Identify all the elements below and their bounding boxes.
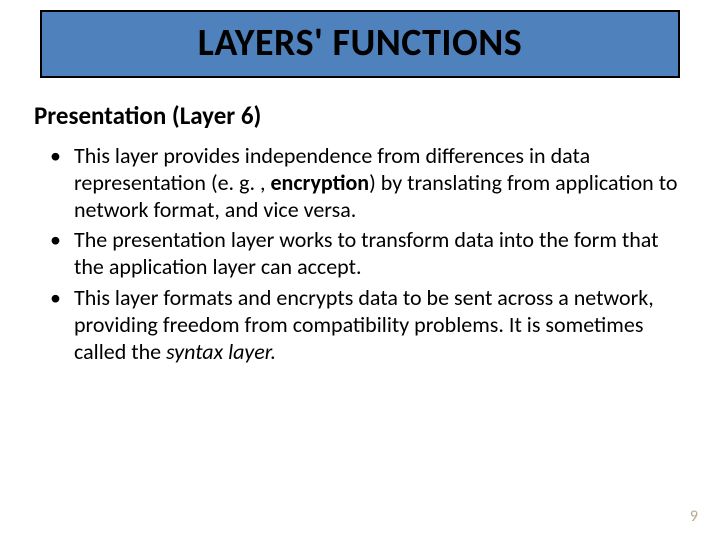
subtitle: Presentation (Layer 6) — [34, 100, 690, 131]
italic-term: syntax layer. — [166, 338, 276, 365]
list-item: This layer formats and encrypts data to … — [46, 285, 690, 365]
bullet-text: This layer formats and encrypts data to … — [74, 284, 654, 365]
list-item: The presentation layer works to transfor… — [46, 227, 690, 281]
bullet-list: This layer provides independence from di… — [46, 143, 690, 366]
bold-term: encryption — [270, 169, 369, 196]
title-bar: LAYERS' FUNCTIONS — [40, 10, 680, 78]
slide: LAYERS' FUNCTIONS Presentation (Layer 6)… — [0, 0, 720, 540]
slide-title: LAYERS' FUNCTIONS — [42, 20, 678, 66]
bullet-text: The presentation layer works to transfor… — [74, 226, 659, 280]
list-item: This layer provides independence from di… — [46, 143, 690, 223]
page-number: 9 — [690, 507, 698, 526]
